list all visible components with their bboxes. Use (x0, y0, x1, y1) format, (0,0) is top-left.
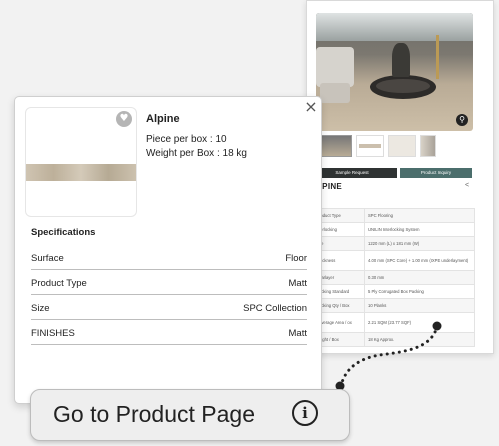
spec-table-value: 1220 mm (L) x 181 mm (W) (364, 236, 475, 251)
gallery-thumbnail[interactable] (420, 135, 436, 157)
spec-table-row: eight / Box 18 Kg Approx. (315, 332, 475, 347)
spec-table-value: 2.21 SQM (23.77 SQF) (364, 312, 475, 333)
spec-table-row: roduct Type SPC Flooring (315, 208, 475, 223)
product-page-preview: ⚲ Sample Request Product Inquiry LPINE <… (306, 0, 494, 354)
spec-value: Floor (285, 253, 307, 264)
gallery-thumbnails (320, 135, 436, 157)
cta-label: Go to Product Page (53, 401, 256, 427)
spec-row-finishes: FINISHES Matt (31, 320, 307, 345)
product-thumbnail: ♥ (25, 107, 137, 217)
spec-row-size: Size SPC Collection (31, 295, 307, 320)
spec-label: Product Type (31, 278, 87, 289)
spec-table-key: eight / Box (315, 332, 365, 347)
zoom-icon[interactable]: ⚲ (456, 114, 468, 126)
go-to-product-page-button[interactable]: Go to Product Page i (30, 389, 350, 441)
gallery-thumbnail[interactable] (320, 135, 352, 157)
gallery-thumbnail[interactable] (388, 135, 416, 157)
spec-table-value: 0.30 mm (364, 270, 475, 285)
spec-table-value: 10 Planks (364, 298, 475, 313)
spec-table-key: ze (315, 236, 365, 251)
spec-table-key: hickness (315, 250, 365, 271)
spec-table-value: 5 Ply Corrugated Box Packing (364, 284, 475, 299)
spec-table: roduct Type SPC Flooring terlocking UNILIN … (315, 208, 475, 347)
product-quick-view-popup: × ♥ Alpine Piece per box : 10 Weight per… (14, 96, 322, 404)
weight-per-box: Weight per Box : 18 kg (146, 148, 247, 159)
spec-table-row: terlocking UNILIN Interlocking System (315, 222, 475, 237)
product-inquiry-button[interactable]: Product Inquiry (400, 168, 472, 178)
spec-table-row: earlayer 0.30 mm (315, 270, 475, 285)
spec-value: Matt (288, 328, 307, 339)
info-icon: i (292, 400, 318, 426)
spec-table-value: 18 Kg Approx. (364, 332, 475, 347)
close-icon[interactable]: × (302, 98, 320, 116)
spec-table-key: overage Area / ox (315, 312, 365, 333)
spec-table-key: roduct Type (315, 208, 365, 223)
room-scene-image[interactable]: ⚲ (316, 13, 473, 131)
piece-per-box: Piece per box : 10 (146, 134, 227, 145)
specifications-list: Surface Floor Product Type Matt Size SPC… (31, 245, 307, 345)
spec-table-row: ze1220 mm (L) x 181 mm (W) (315, 236, 475, 251)
spec-label: Size (31, 303, 50, 314)
spec-table-key: acking Standard (315, 284, 365, 299)
spec-table-key: terlocking (315, 222, 365, 237)
spec-label: FINISHES (31, 328, 75, 339)
spec-table-value: SPC Flooring (364, 208, 475, 223)
spec-table-row: hickness 4.00 mm (SPC Core) + 1.00 mm (IX… (315, 250, 475, 271)
spec-table-value: UNILIN Interlocking System (364, 222, 475, 237)
popup-product-title: Alpine (146, 113, 180, 125)
spec-value: Matt (288, 278, 307, 289)
gallery-thumbnail[interactable] (356, 135, 384, 157)
spec-table-row: overage Area / ox 2.21 SQM (23.77 SQF) (315, 312, 475, 333)
spec-label: Surface (31, 253, 64, 264)
plank-image (26, 164, 136, 181)
specifications-heading: Specifications (31, 227, 96, 238)
spec-row-surface: Surface Floor (31, 245, 307, 270)
spec-table-value: 4.00 mm (SPC Core) + 1.00 mm (IXPE under… (364, 250, 475, 271)
spec-value: SPC Collection (243, 303, 307, 314)
heart-icon[interactable]: ♥ (116, 111, 132, 127)
spec-row-product-type: Product Type Matt (31, 270, 307, 295)
spec-table-key: acking Qty / Box (315, 298, 365, 313)
share-icon[interactable]: < (465, 182, 469, 189)
spec-table-key: earlayer (315, 270, 365, 285)
spec-table-row: acking Standard 5 Ply Corrugated Box Pack… (315, 284, 475, 299)
spec-table-row: acking Qty / Box 10 Planks (315, 298, 475, 313)
